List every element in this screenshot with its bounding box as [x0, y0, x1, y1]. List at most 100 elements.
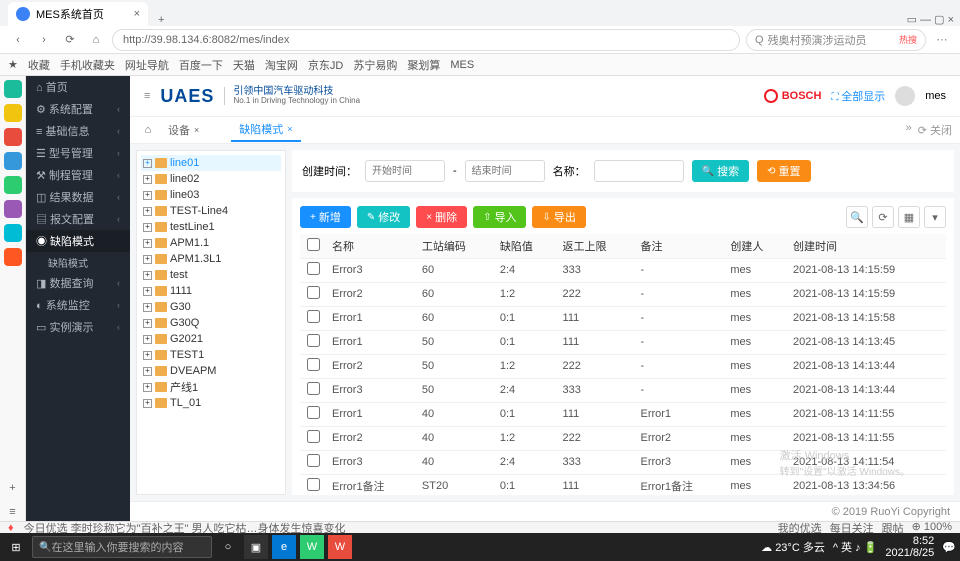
row-checkbox[interactable]	[307, 382, 320, 395]
new-tab-icon[interactable]: +	[150, 14, 172, 26]
table-row[interactable]: Error3602:4333-mes2021-08-13 14:15:59	[300, 258, 946, 282]
tab-home-icon[interactable]: ⌂	[138, 118, 158, 142]
import-button[interactable]: ⇧ 导入	[473, 206, 526, 228]
side-icon[interactable]	[4, 152, 22, 170]
url-input[interactable]	[112, 29, 740, 51]
edit-button[interactable]: ✎ 修改	[357, 206, 410, 228]
sidenav-item[interactable]: ▭ 实例演示‹	[26, 316, 130, 338]
add-icon[interactable]: +	[4, 479, 22, 497]
avatar[interactable]	[895, 86, 915, 106]
page-tab[interactable]: 设备×	[160, 118, 229, 142]
taskbar-search[interactable]: 🔍 在这里输入你要搜索的内容	[32, 536, 212, 558]
taskbar-app-icon[interactable]: W	[328, 535, 352, 559]
tab-close-menu[interactable]: ⟳ 关闭	[918, 122, 952, 138]
collapse-icon[interactable]: ≡	[144, 90, 150, 102]
row-checkbox[interactable]	[307, 262, 320, 275]
side-icon[interactable]	[4, 224, 22, 242]
sidenav-item[interactable]: ☰ 型号管理‹	[26, 142, 130, 164]
end-date-input[interactable]	[465, 160, 545, 182]
search-icon[interactable]: 🔍	[846, 206, 868, 228]
bookmark[interactable]: 淘宝网	[265, 57, 298, 73]
row-checkbox[interactable]	[307, 478, 320, 491]
add-button[interactable]: + 新增	[300, 206, 351, 228]
side-icon[interactable]	[4, 80, 22, 98]
start-icon[interactable]: ⊞	[4, 535, 28, 559]
bookmark[interactable]: 天猫	[233, 57, 255, 73]
sidenav-item[interactable]: ⚙ 系统配置‹	[26, 98, 130, 120]
table-row[interactable]: Error1400:1111Error1mes2021-08-13 14:11:…	[300, 402, 946, 426]
side-icon[interactable]	[4, 104, 22, 122]
table-row[interactable]: Error2501:2222-mes2021-08-13 14:13:44	[300, 354, 946, 378]
row-checkbox[interactable]	[307, 358, 320, 371]
tab-active[interactable]: 缺陷模式×	[231, 118, 300, 142]
side-icon[interactable]	[4, 248, 22, 266]
fullscreen-link[interactable]: ⛶ 全部显示	[831, 88, 885, 104]
close-icon[interactable]: ×	[287, 124, 292, 134]
sidenav-item[interactable]: ◐ 系统监控‹	[26, 294, 130, 316]
table-row[interactable]: Error3502:4333-mes2021-08-13 14:13:44	[300, 378, 946, 402]
table-row[interactable]: Error2601:2222-mes2021-08-13 14:15:59	[300, 282, 946, 306]
tree-item[interactable]: +test	[141, 267, 281, 283]
bookmark[interactable]: 网址导航	[125, 57, 169, 73]
browser-tab[interactable]: MES系统首页 ×	[8, 2, 148, 26]
tree-item[interactable]: +产线1	[141, 379, 281, 395]
tree-item[interactable]: +testLine1	[141, 219, 281, 235]
tree-item[interactable]: +line03	[141, 187, 281, 203]
tree-item[interactable]: +line02	[141, 171, 281, 187]
system-tray[interactable]: ☁ 23°C 多云 ^ 英 ♪ 🔋 8:52 2021/8/25 💬	[761, 535, 956, 559]
sidenav-item[interactable]: ≡ 基础信息‹	[26, 120, 130, 142]
sidenav-item[interactable]: ◫ 结果数据‹	[26, 186, 130, 208]
table-row[interactable]: Error1备注ST200:1111Error1备注mes2021-08-13 …	[300, 474, 946, 495]
back-icon[interactable]: ‹	[8, 30, 28, 50]
table-row[interactable]: Error3402:4333Error3mes2021-08-13 14:11:…	[300, 450, 946, 474]
reload-icon[interactable]: ⟳	[60, 30, 80, 50]
select-all-checkbox[interactable]	[307, 238, 320, 251]
taskbar-app-icon[interactable]: e	[272, 535, 296, 559]
row-checkbox[interactable]	[307, 454, 320, 467]
columns-icon[interactable]: ▦	[898, 206, 920, 228]
tree-item[interactable]: +G30	[141, 299, 281, 315]
name-input[interactable]	[594, 160, 684, 182]
bookmark[interactable]: MES	[450, 59, 474, 71]
home-icon[interactable]: ⌂	[86, 30, 106, 50]
bookmark[interactable]: 聚划算	[407, 57, 440, 73]
bookmark[interactable]: 苏宁易购	[353, 57, 397, 73]
tree-item[interactable]: +APM1.1	[141, 235, 281, 251]
sidenav-item[interactable]: ⚒ 制程管理‹	[26, 164, 130, 186]
forward-icon[interactable]: ›	[34, 30, 54, 50]
taskbar-app-icon[interactable]: W	[300, 535, 324, 559]
tree-item[interactable]: +TL_01	[141, 395, 281, 411]
menu-icon[interactable]: ≡	[4, 503, 22, 521]
start-date-input[interactable]	[365, 160, 445, 182]
tree-item[interactable]: +DVEAPM	[141, 363, 281, 379]
sidenav-item[interactable]: ⌂ 首页	[26, 76, 130, 98]
tab-scroll-right-icon[interactable]: »	[906, 122, 912, 138]
tree-item[interactable]: +line01	[141, 155, 281, 171]
table-row[interactable]: Error1600:1111-mes2021-08-13 14:15:58	[300, 306, 946, 330]
bookmark[interactable]: 手机收藏夹	[60, 57, 115, 73]
refresh-icon[interactable]: ⟳	[872, 206, 894, 228]
sidenav-item[interactable]: ◉ 缺陷模式	[26, 230, 130, 252]
export-button[interactable]: ⇩ 导出	[532, 206, 585, 228]
bookmark[interactable]: 百度一下	[179, 57, 223, 73]
ext-icon[interactable]: ⋯	[932, 30, 952, 50]
row-checkbox[interactable]	[307, 430, 320, 443]
sidenav-item[interactable]: ◨ 数据查询‹	[26, 272, 130, 294]
taskbar-app-icon[interactable]: ▣	[244, 535, 268, 559]
bookmark[interactable]: 京东JD	[308, 57, 343, 73]
side-icon[interactable]	[4, 128, 22, 146]
delete-button[interactable]: × 删除	[416, 206, 467, 228]
sidenav-item[interactable]: ▤ 报文配置‹	[26, 208, 130, 230]
tree-item[interactable]: +TEST1	[141, 347, 281, 363]
cortana-icon[interactable]: ○	[216, 535, 240, 559]
export-icon[interactable]: ▾	[924, 206, 946, 228]
bookmark[interactable]: 收藏	[28, 57, 50, 73]
table-row[interactable]: Error2401:2222Error2mes2021-08-13 14:11:…	[300, 426, 946, 450]
sidenav-subitem[interactable]: 缺陷模式	[26, 252, 130, 272]
side-icon[interactable]	[4, 200, 22, 218]
tree-item[interactable]: +G30Q	[141, 315, 281, 331]
tree-item[interactable]: +TEST-Line4	[141, 203, 281, 219]
table-row[interactable]: Error1500:1111-mes2021-08-13 14:13:45	[300, 330, 946, 354]
reset-button[interactable]: ⟲ 重置	[757, 160, 810, 182]
bookmark-star-icon[interactable]: ★	[8, 58, 18, 71]
